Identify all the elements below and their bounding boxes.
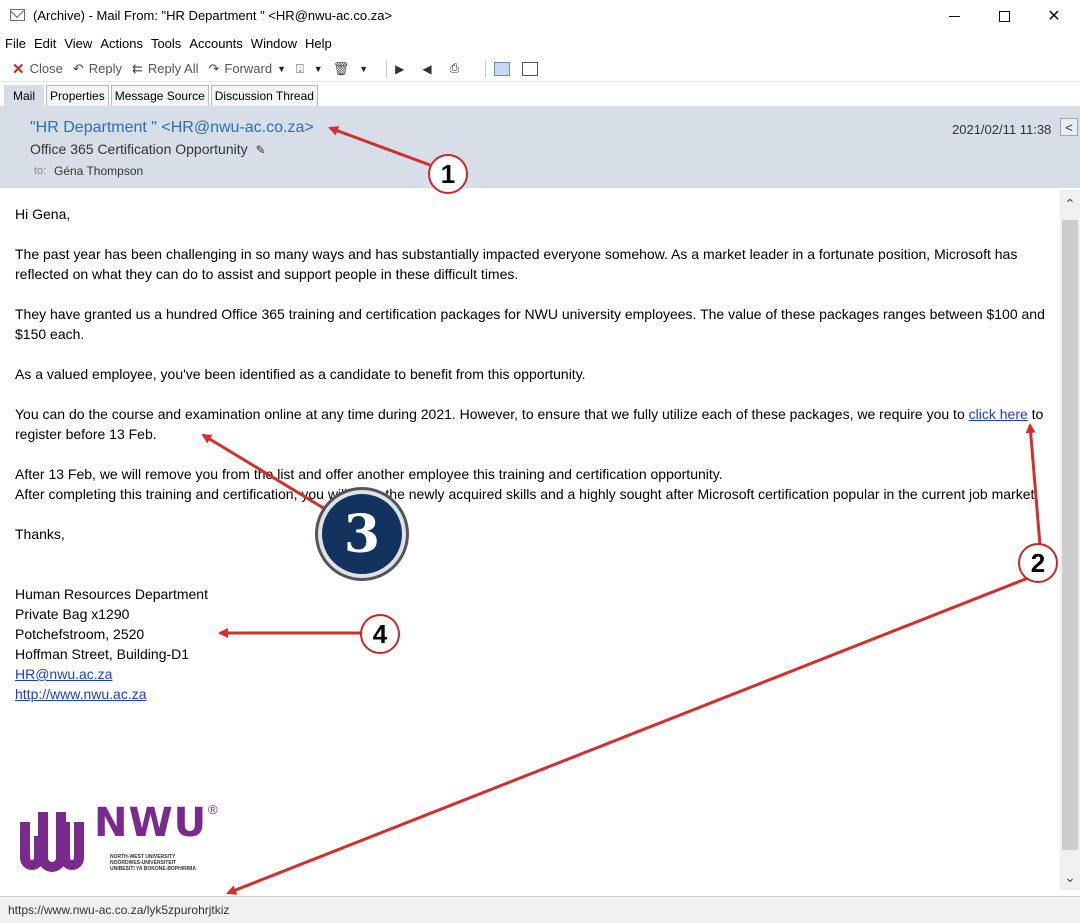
close-window-button[interactable]: ✕ xyxy=(1030,0,1078,32)
tab-strip: Mail Properties Message Source Discussio… xyxy=(0,84,1080,106)
p4-text-before: You can do the course and examination on… xyxy=(15,406,969,422)
signature-web-link[interactable]: http://www.nwu.ac.za xyxy=(15,686,147,702)
logo-subtitle: NORTH-WEST UNIVERSITY NOORDWES-UNIVERSIT… xyxy=(110,854,230,872)
signature-dept: Human Resources Department xyxy=(15,586,208,602)
callout-2: 2 xyxy=(1018,543,1058,583)
greeting: Hi Gena, xyxy=(15,206,71,222)
reply-all-icon: ⇇ xyxy=(131,60,143,76)
message-body: Hi Gena, The past year has been challeng… xyxy=(15,204,1055,704)
toolbar-separator xyxy=(386,59,388,78)
vertical-scrollbar[interactable]: ⌃ ⌄ xyxy=(1060,190,1080,890)
menu-window[interactable]: Window xyxy=(251,36,297,51)
reply-all-button[interactable]: ⇇ Reply All xyxy=(132,61,198,77)
delete-button[interactable]: 🗑 ▼ xyxy=(333,61,368,77)
scroll-down-icon[interactable]: ⌄ xyxy=(1060,869,1080,886)
toolbar-separator-2 xyxy=(485,59,487,78)
print-icon[interactable]: ⎙ xyxy=(450,61,460,76)
tab-discussion-thread[interactable]: Discussion Thread xyxy=(210,85,318,106)
signature-email-row: HR@nwu.ac.za xyxy=(15,664,1055,684)
menu-accounts[interactable]: Accounts xyxy=(189,36,242,51)
recipient[interactable]: Géna Thompson xyxy=(54,164,143,178)
scroll-up-icon[interactable]: ⌃ xyxy=(1060,196,1080,213)
move-to-folder-icon: ⍗ xyxy=(295,60,304,76)
callout-4: 4 xyxy=(360,614,400,654)
callout-1: 1 xyxy=(428,154,468,194)
minimize-button[interactable] xyxy=(930,0,978,32)
message-date: 2021/02/11 11:38 xyxy=(952,122,1052,137)
next-message-icon[interactable]: ▶ xyxy=(395,62,404,76)
forward-button[interactable]: ↷ Forward ▼ xyxy=(208,61,286,77)
to-label: to: xyxy=(34,165,47,177)
reply-icon: ↶ xyxy=(72,60,84,76)
nwu-emblem-icon xyxy=(20,812,84,872)
delete-dropdown-icon[interactable]: ▼ xyxy=(359,64,368,74)
signature-web-row: http://www.nwu.ac.za xyxy=(15,684,1055,704)
tab-message-source[interactable]: Message Source xyxy=(110,85,209,106)
maximize-button[interactable] xyxy=(980,0,1028,32)
close-icon: ✕ xyxy=(1047,8,1061,25)
edit-pencil-icon[interactable]: ✎ xyxy=(256,143,266,157)
menu-view[interactable]: View xyxy=(64,36,92,51)
message-header: "HR Department " <HR@nwu-ac.co.za> Offic… xyxy=(0,106,1080,188)
forward-dropdown-icon[interactable]: ▼ xyxy=(277,64,286,74)
signature: Human Resources Department Private Bag x… xyxy=(15,584,1055,704)
menu-file[interactable]: File xyxy=(5,36,26,51)
menu-actions[interactable]: Actions xyxy=(100,36,143,51)
menu-edit[interactable]: Edit xyxy=(34,36,56,51)
close-button[interactable]: ✕ Close xyxy=(12,60,63,78)
body-paragraph-2: They have granted us a hundred Office 36… xyxy=(15,306,1045,342)
scrollbar-thumb[interactable] xyxy=(1062,220,1078,850)
minimize-icon xyxy=(948,15,960,17)
thanks: Thanks, xyxy=(15,526,65,542)
mail-icon xyxy=(10,9,25,21)
nwu-logo: NWU ® NORTH-WEST UNIVERSITY NOORDWES-UNI… xyxy=(14,800,234,880)
logo-wordmark: NWU xyxy=(94,800,208,846)
menu-tools[interactable]: Tools xyxy=(151,36,181,51)
signature-line-3: Hoffman Street, Building-D1 xyxy=(15,646,190,662)
tab-properties[interactable]: Properties xyxy=(46,85,109,106)
title-bar: (Archive) - Mail From: "HR Department " … xyxy=(0,0,1080,32)
close-label: Close xyxy=(29,61,63,76)
sender[interactable]: "HR Department " <HR@nwu-ac.co.za> xyxy=(30,119,314,137)
body-paragraph-1: The past year has been challenging in so… xyxy=(15,246,1018,282)
subject-line: Office 365 Certification Opportunity ✎ xyxy=(30,141,266,157)
maximize-icon xyxy=(998,10,1010,22)
previous-message-icon[interactable]: ◀ xyxy=(422,62,431,76)
subject: Office 365 Certification Opportunity xyxy=(30,141,248,157)
menu-bar: File Edit View Actions Tools Accounts Wi… xyxy=(0,33,1080,54)
signature-email-link[interactable]: HR@nwu.ac.za xyxy=(15,666,112,682)
body-paragraph-4: You can do the course and examination on… xyxy=(15,404,1055,444)
signature-line-2: Potchefstroom, 2520 xyxy=(15,626,145,642)
body-paragraph-5: After 13 Feb, we will remove you from th… xyxy=(15,464,1055,504)
p5-line-1: After 13 Feb, we will remove you from th… xyxy=(15,466,723,482)
view-rich-icon[interactable] xyxy=(494,61,511,76)
signature-line-1: Private Bag x1290 xyxy=(15,606,130,622)
forward-label: Forward xyxy=(224,61,273,76)
logo-line-3: UNIBESITI YA BOKONE-BOPHIRIMA xyxy=(110,866,196,872)
reply-all-label: Reply All xyxy=(147,61,199,76)
body-paragraph-3: As a valued employee, you've been identi… xyxy=(15,366,586,382)
hover-url: https://www.nwu-ac.co.za/lyk5zpurohrjtki… xyxy=(8,903,230,917)
reply-label: Reply xyxy=(88,61,122,76)
reply-button[interactable]: ↶ Reply xyxy=(73,61,122,77)
menu-help[interactable]: Help xyxy=(305,36,332,51)
forward-icon: ↷ xyxy=(208,60,220,76)
toolbar: ✕ Close ↶ Reply ⇇ Reply All ↷ Forward ▼ … xyxy=(0,56,1080,82)
move-button[interactable]: ⍗ ▼ xyxy=(296,61,323,77)
view-plain-icon[interactable] xyxy=(522,61,539,76)
move-dropdown-icon[interactable]: ▼ xyxy=(314,64,323,74)
close-x-icon: ✕ xyxy=(12,60,25,78)
callout-3: 3 xyxy=(318,490,406,578)
click-here-link[interactable]: click here xyxy=(969,406,1028,422)
collapse-header-icon[interactable]: < xyxy=(1060,118,1078,136)
status-bar: https://www.nwu-ac.co.za/lyk5zpurohrjtki… xyxy=(0,896,1080,923)
window-title: (Archive) - Mail From: "HR Department " … xyxy=(33,8,393,23)
trash-icon: 🗑 xyxy=(332,60,350,76)
p5-line-2: After completing this training and certi… xyxy=(15,486,1039,502)
logo-registered-mark: ® xyxy=(208,802,218,817)
tab-mail[interactable]: Mail xyxy=(4,85,45,106)
